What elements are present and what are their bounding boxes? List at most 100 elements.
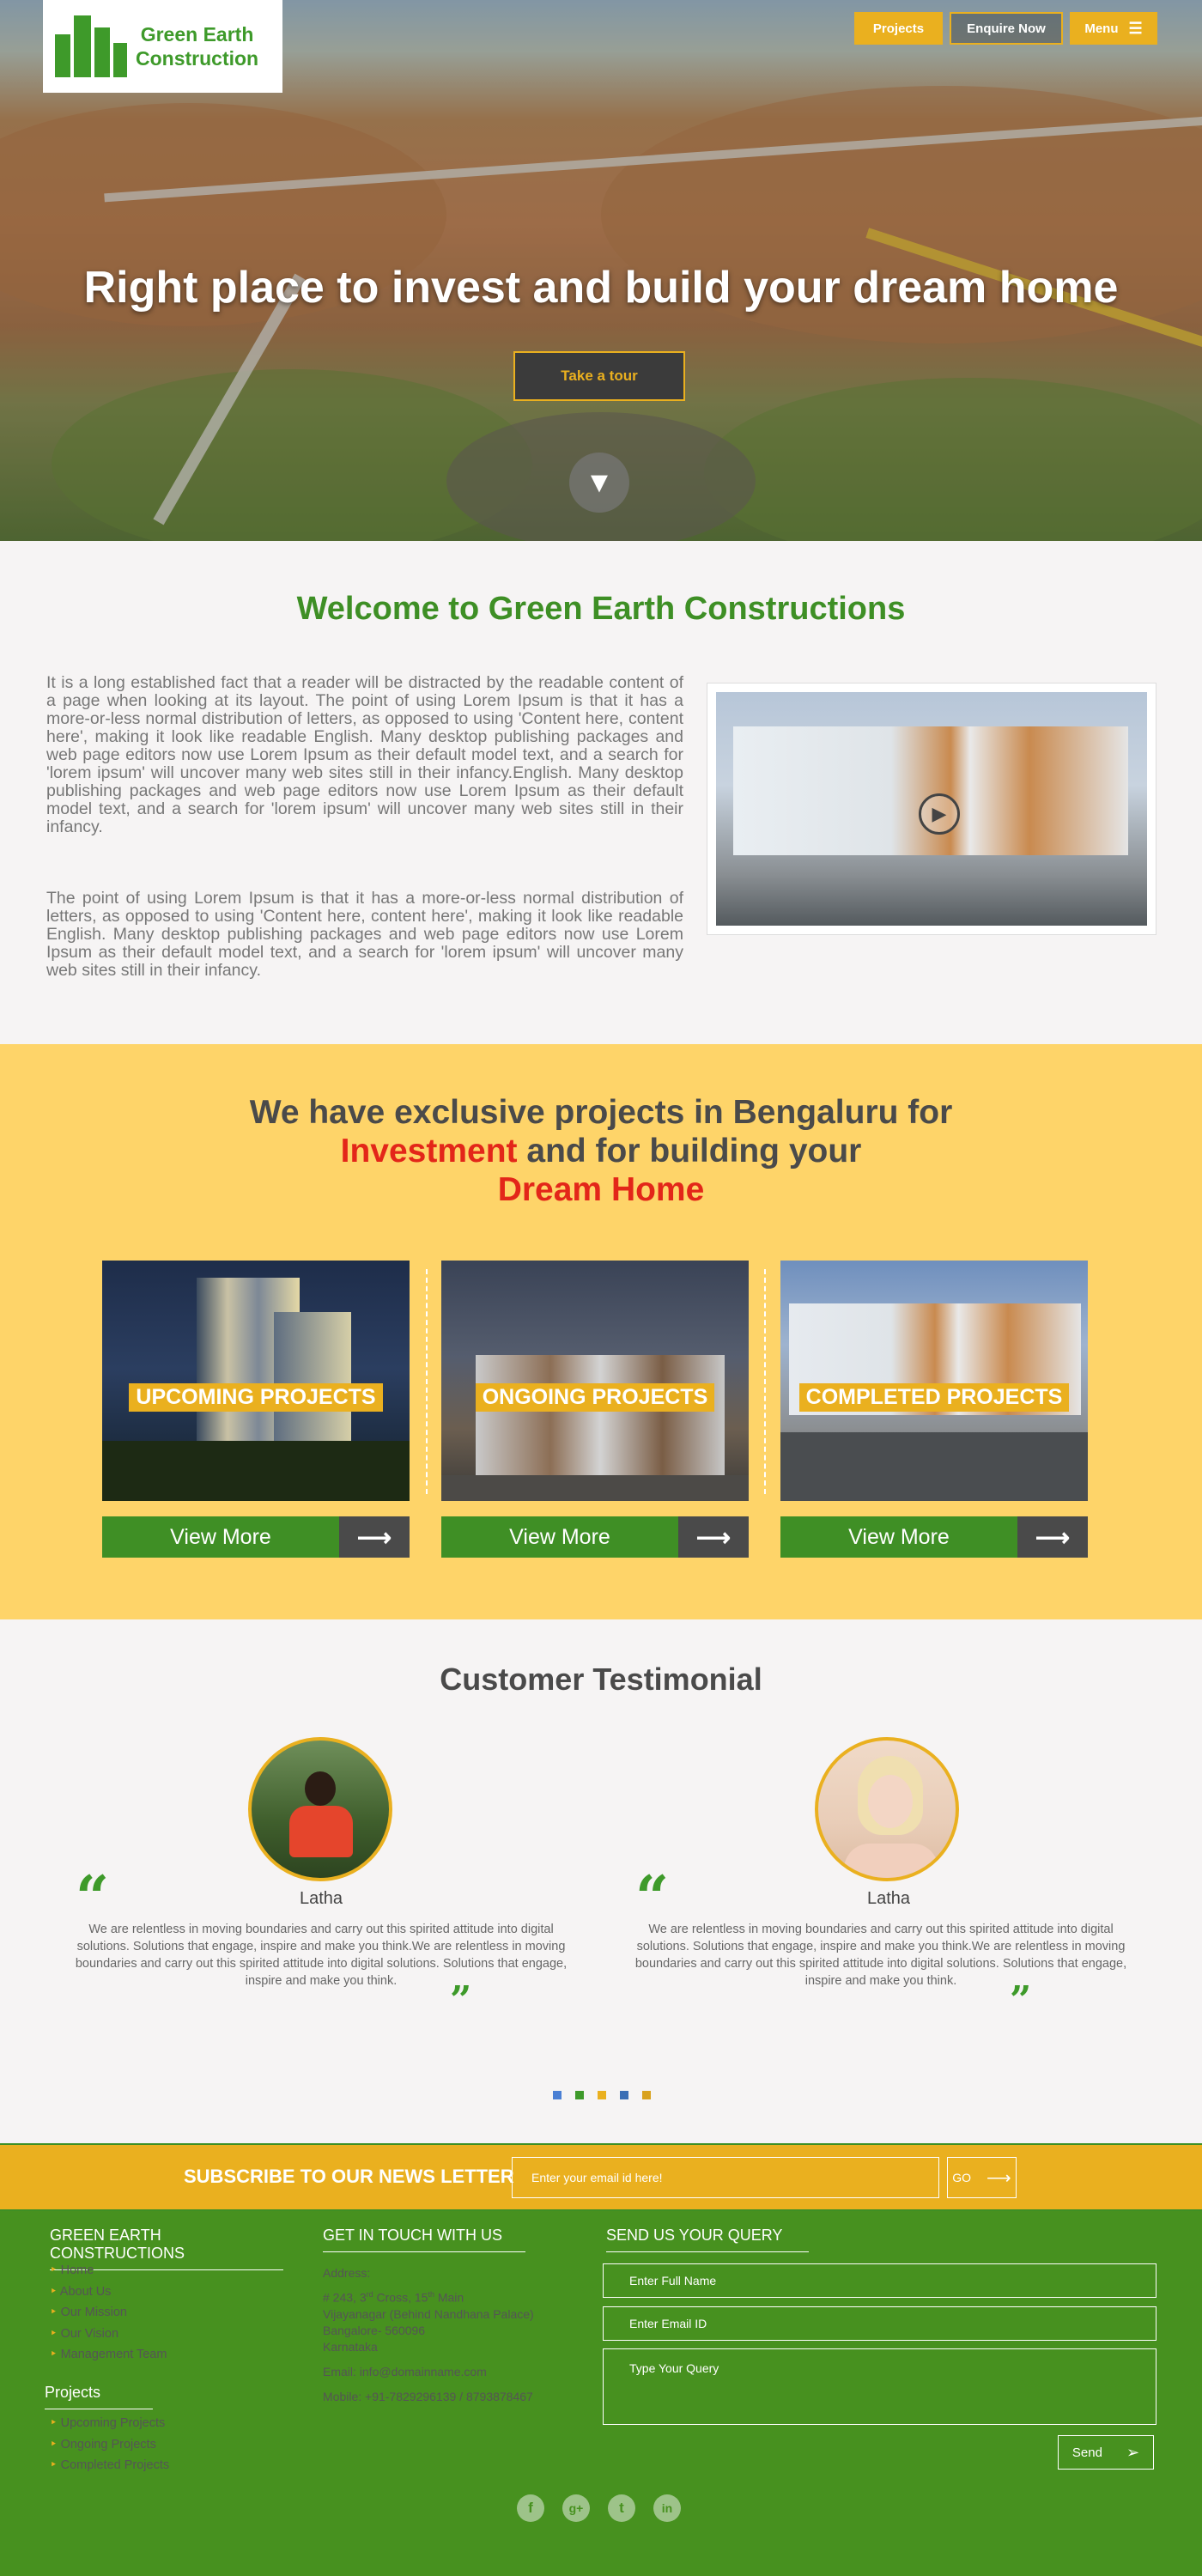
footer-links: Home About Us Our Mission Our Vision Man… — [50, 2260, 167, 2366]
footer-link-about[interactable]: About Us — [50, 2281, 167, 2303]
footer-projects-title: Projects — [45, 2384, 153, 2409]
address-label: Address: — [323, 2266, 371, 2280]
go-label: GO — [952, 2171, 972, 2184]
footer-mobile[interactable]: Mobile: +91-7829296139 / 8793878467 — [323, 2389, 534, 2405]
email-placeholder: Enter Email ID — [629, 2317, 707, 2330]
full-name-input[interactable]: Enter Full Name — [603, 2263, 1156, 2298]
upcoming-projects-card[interactable]: UPCOMING PROJECTS View More ⟶ — [102, 1261, 410, 1558]
welcome-paragraph-1: It is a long established fact that a rea… — [46, 673, 683, 836]
google-plus-icon[interactable]: g+ — [562, 2494, 590, 2522]
site-logo[interactable]: Green Earth Construction — [43, 0, 282, 93]
testimonial-avatar — [815, 1737, 959, 1881]
newsletter-bar: SUBSCRIBE TO OUR NEWS LETTER GO ⟶ — [0, 2143, 1202, 2211]
google-plus-glyph: g+ — [568, 2501, 584, 2515]
view-more-button[interactable]: View More ⟶ — [102, 1516, 410, 1558]
footer-query-title: SEND US YOUR QUERY — [606, 2227, 809, 2252]
quote-close-icon: ” — [1010, 1978, 1032, 2022]
divider — [426, 1269, 428, 1494]
divider — [764, 1269, 766, 1494]
address-line-3: Bangalore- 560096 — [323, 2323, 426, 2337]
projects-heading: We have exclusive projects in Bengaluru … — [0, 1093, 1202, 1209]
footer-link-home[interactable]: Home — [50, 2260, 167, 2281]
full-name-placeholder: Enter Full Name — [629, 2274, 717, 2287]
video-frame: ▶ — [707, 683, 1156, 935]
newsletter-label: SUBSCRIBE TO OUR NEWS LETTER — [184, 2166, 514, 2187]
dream-home-highlight: Dream Home — [497, 1171, 705, 1208]
footer-link-ongoing[interactable]: Ongoing Projects — [50, 2434, 169, 2456]
address-line-1: # 243, 3rd Cross, 15th Main — [323, 2287, 534, 2306]
buildings-logo-icon — [52, 10, 131, 82]
view-more-button[interactable]: View More ⟶ — [780, 1516, 1088, 1558]
address-line-1-mid: Cross, 15 — [373, 2290, 428, 2305]
email-input[interactable]: Enter Email ID — [603, 2306, 1156, 2341]
ongoing-projects-label: ONGOING PROJECTS — [475, 1383, 715, 1412]
footer-link-management[interactable]: Management Team — [50, 2344, 167, 2366]
newsletter-email-input[interactable] — [512, 2157, 939, 2198]
footer-address: Address: # 243, 3rd Cross, 15th Main Vij… — [323, 2265, 534, 2405]
projects-button[interactable]: Projects — [854, 12, 943, 45]
view-more-button[interactable]: View More ⟶ — [441, 1516, 749, 1558]
investment-highlight: Investment — [340, 1133, 518, 1170]
linkedin-icon[interactable]: in — [653, 2494, 681, 2522]
address-line-1-end: Main — [434, 2290, 464, 2305]
brand-name-line1: Green Earth — [140, 23, 254, 46]
quote-close-icon: ” — [450, 1978, 472, 2022]
brand-name-line2: Construction — [136, 47, 259, 70]
carousel-dot[interactable] — [620, 2091, 628, 2099]
play-icon[interactable]: ▶ — [919, 793, 960, 835]
view-more-label: View More — [848, 1524, 950, 1549]
twitter-icon[interactable]: t — [608, 2494, 635, 2522]
projects-label: Projects — [872, 21, 925, 36]
facebook-glyph: f — [528, 2500, 533, 2516]
menu-button[interactable]: Menu ☰ — [1070, 12, 1157, 45]
upcoming-projects-image — [102, 1261, 410, 1501]
scroll-down-icon[interactable]: ▼ — [569, 453, 629, 513]
hero-title: Right place to invest and build your dre… — [83, 263, 1119, 313]
testimonial-name: Latha — [866, 1889, 911, 1908]
testimonial-name: Latha — [299, 1889, 343, 1908]
address-line-4: Karnataka — [323, 2339, 378, 2354]
send-label: Send — [1071, 2445, 1102, 2460]
enquire-now-button[interactable]: Enquire Now — [950, 12, 1063, 45]
send-button[interactable]: Send ➢ — [1058, 2435, 1154, 2470]
carousel-dot[interactable] — [575, 2091, 584, 2099]
carousel-dot[interactable] — [642, 2091, 651, 2099]
testimonial-avatar — [248, 1737, 392, 1881]
footer-link-mission[interactable]: Our Mission — [50, 2302, 167, 2324]
carousel-dot[interactable] — [553, 2091, 562, 2099]
carousel-dots — [553, 2091, 651, 2099]
completed-projects-card[interactable]: COMPLETED PROJECTS View More ⟶ — [780, 1261, 1088, 1558]
testimonial-text: We are relentless in moving boundaries a… — [634, 1923, 1127, 1988]
testimonial-title: Customer Testimonial — [440, 1662, 762, 1697]
address-line-1-sup2: th — [428, 2290, 434, 2299]
welcome-title: Welcome to Green Earth Constructions — [296, 591, 906, 627]
query-textarea[interactable]: Type Your Query — [603, 2348, 1156, 2425]
take-a-tour-button[interactable]: Take a tour — [513, 351, 685, 401]
twitter-glyph: t — [619, 2500, 624, 2516]
quote-open-icon: “ — [635, 1863, 670, 1932]
linkedin-glyph: in — [661, 2501, 673, 2515]
newsletter-go-button[interactable]: GO ⟶ — [947, 2157, 1017, 2198]
footer-link-upcoming[interactable]: Upcoming Projects — [50, 2413, 169, 2434]
projects-heading-line2: and for building your — [526, 1133, 862, 1170]
footer-contact-title: GET IN TOUCH WITH US — [323, 2227, 525, 2252]
query-placeholder: Type Your Query — [629, 2361, 719, 2375]
footer-link-vision[interactable]: Our Vision — [50, 2324, 167, 2345]
carousel-dot[interactable] — [598, 2091, 606, 2099]
video-thumbnail[interactable]: ▶ — [716, 692, 1147, 926]
quote-open-icon: “ — [76, 1863, 110, 1932]
address-line-1-start: # 243, 3 — [323, 2290, 367, 2305]
footer-email[interactable]: Email: info@domainname.com — [323, 2364, 534, 2380]
arrow-right-icon: ⟶ — [1017, 1516, 1088, 1558]
view-more-label: View More — [170, 1524, 271, 1549]
brand-name: Green Earth Construction — [136, 22, 258, 70]
footer-link-completed[interactable]: Completed Projects — [50, 2455, 170, 2476]
arrow-right-icon: ⟶ — [986, 2168, 1011, 2188]
arrow-right-icon: ⟶ — [339, 1516, 410, 1558]
hamburger-icon: ☰ — [1128, 19, 1143, 37]
projects-heading-line1: We have exclusive projects in Bengaluru … — [249, 1094, 953, 1131]
testimonial-text: We are relentless in moving boundaries a… — [75, 1923, 568, 1988]
facebook-icon[interactable]: f — [517, 2494, 544, 2522]
ongoing-projects-card[interactable]: ONGOING PROJECTS View More ⟶ — [441, 1261, 749, 1558]
upcoming-projects-label: UPCOMING PROJECTS — [129, 1383, 383, 1412]
